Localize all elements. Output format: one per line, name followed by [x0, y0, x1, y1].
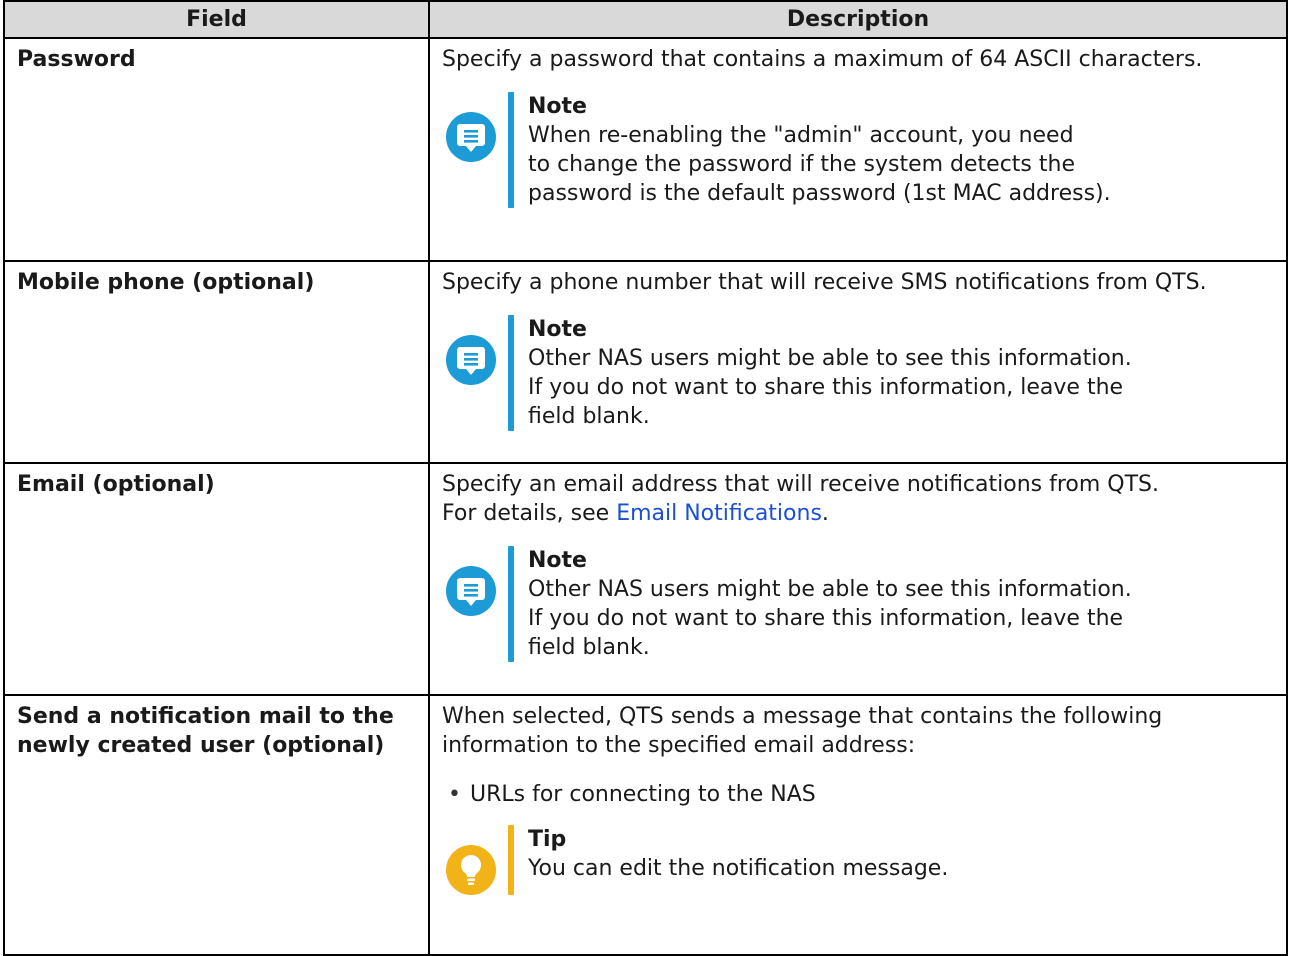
- note-title: Note: [528, 317, 587, 342]
- tip-text: You can edit the notification message.: [528, 856, 949, 881]
- note-speech-bubble-icon: [446, 335, 496, 385]
- note-speech-bubble-icon: [446, 566, 496, 616]
- field-description-text: Specify an email address that will recei…: [442, 472, 1160, 497]
- details-prefix: For details, see: [442, 501, 617, 526]
- note-text: Other NAS users might be able to see thi…: [528, 577, 1132, 660]
- field-description: Specify a phone number that will receive…: [442, 270, 1207, 295]
- table-header-row: Field Description: [3, 0, 1288, 39]
- field-name: Email (optional): [3, 462, 430, 696]
- field-description-cell: Specify an email address that will recei…: [428, 462, 1288, 696]
- note-callout: Note Other NAS users might be able to se…: [442, 546, 1274, 662]
- note-text: Other NAS users might be able to see thi…: [528, 346, 1132, 429]
- table-row: Password Specify a password that contain…: [3, 37, 1288, 262]
- note-title: Note: [528, 94, 587, 119]
- field-name: Password: [3, 37, 430, 262]
- list-item: URLs for connecting to the NAS: [448, 780, 1274, 809]
- note-accent-bar: [508, 92, 514, 208]
- field-description: When selected, QTS sends a message that …: [442, 704, 1163, 758]
- fields-table: Field Description Password Specify a pas…: [3, 0, 1288, 956]
- email-notifications-link[interactable]: Email Notifications: [616, 501, 822, 526]
- details-suffix: .: [821, 501, 829, 526]
- lightbulb-icon: [446, 845, 496, 895]
- header-description: Description: [428, 0, 1288, 39]
- header-field: Field: [3, 0, 430, 39]
- bullet-list: URLs for connecting to the NAS: [442, 780, 1274, 809]
- field-description-cell: When selected, QTS sends a message that …: [428, 694, 1288, 956]
- note-text: When re-enabling the "admin" account, yo…: [528, 123, 1111, 206]
- table-row: Send a notification mail to the newly cr…: [3, 694, 1288, 956]
- note-title: Note: [528, 548, 587, 573]
- note-callout: Note Other NAS users might be able to se…: [442, 315, 1274, 431]
- tip-callout: Tip You can edit the notification messag…: [442, 825, 1274, 895]
- note-callout: Note When re-enabling the "admin" accoun…: [442, 92, 1274, 208]
- field-description: Specify a password that contains a maxim…: [442, 47, 1203, 72]
- note-speech-bubble-icon: [446, 112, 496, 162]
- note-accent-bar: [508, 315, 514, 431]
- field-description-cell: Specify a phone number that will receive…: [428, 260, 1288, 464]
- field-name: Mobile phone (optional): [3, 260, 430, 464]
- table-row: Email (optional) Specify an email addres…: [3, 462, 1288, 696]
- tip-accent-bar: [508, 825, 514, 895]
- field-description: Specify an email address that will recei…: [442, 470, 1274, 528]
- note-accent-bar: [508, 546, 514, 662]
- field-name: Send a notification mail to the newly cr…: [3, 694, 430, 956]
- field-description-cell: Specify a password that contains a maxim…: [428, 37, 1288, 262]
- tip-title: Tip: [528, 827, 567, 852]
- table-row: Mobile phone (optional) Specify a phone …: [3, 260, 1288, 464]
